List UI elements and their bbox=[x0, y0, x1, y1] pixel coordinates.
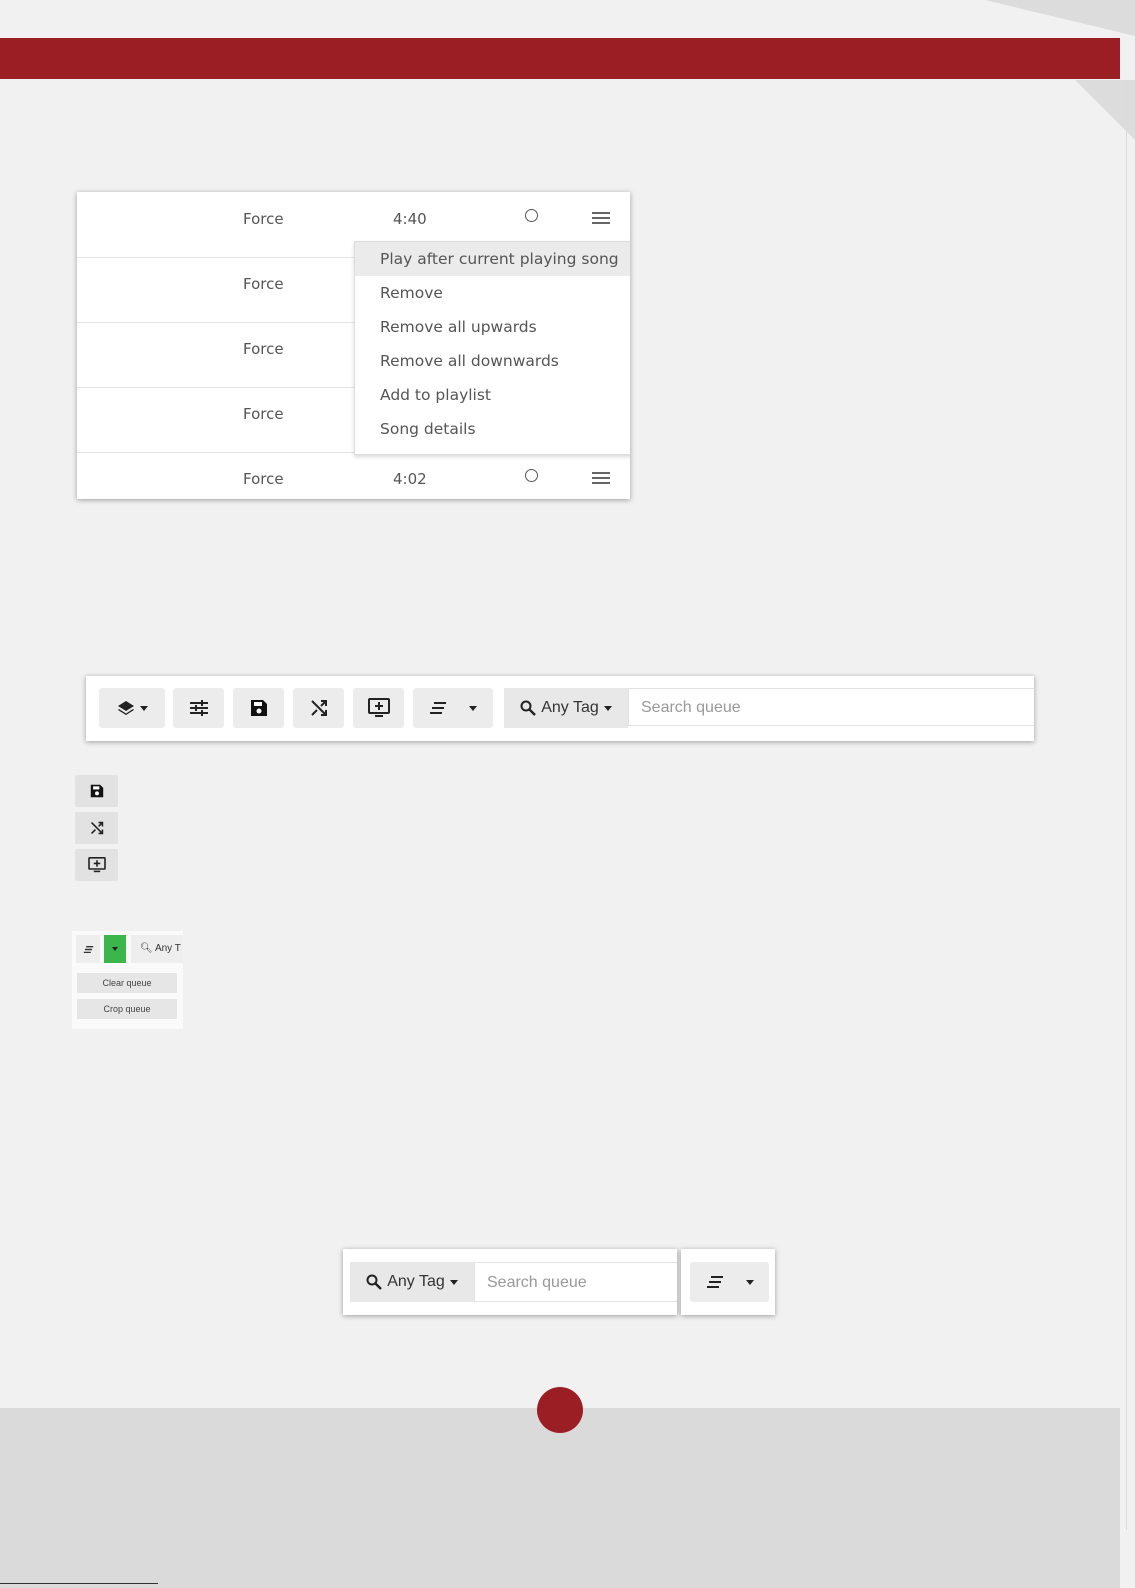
add-to-screen-icon bbox=[367, 698, 390, 717]
menu-item-remove-upwards[interactable]: Remove all upwards bbox=[355, 310, 630, 344]
menu-item-song-details[interactable]: Song details bbox=[355, 412, 630, 446]
caret-down-icon bbox=[112, 947, 118, 951]
search-input[interactable]: Search queue bbox=[628, 688, 1034, 726]
corner-decoration bbox=[985, 0, 1135, 36]
artist-cell: Force bbox=[243, 210, 284, 228]
caret-down-icon bbox=[745, 1279, 754, 1285]
sort-button[interactable] bbox=[690, 1262, 769, 1302]
search-tag-dropdown[interactable]: 🔍︎ Any T bbox=[131, 935, 183, 963]
circle-icon[interactable] bbox=[525, 209, 538, 222]
sort-icon bbox=[83, 945, 93, 953]
menu-item-play-after[interactable]: Play after current playing song bbox=[355, 242, 630, 276]
search-tag-label: Any T bbox=[154, 943, 181, 954]
hamburger-menu-icon[interactable] bbox=[592, 472, 610, 487]
header-band bbox=[0, 38, 1120, 79]
search-icon: 🔍︎ bbox=[140, 943, 153, 954]
layers-icon bbox=[117, 701, 134, 715]
caret-down-icon bbox=[139, 705, 148, 711]
menu-item-remove-downwards[interactable]: Remove all downwards bbox=[355, 344, 630, 378]
hamburger-menu-icon[interactable] bbox=[592, 212, 610, 227]
layers-button[interactable] bbox=[99, 688, 165, 728]
search-input[interactable]: Search queue bbox=[474, 1262, 677, 1302]
menu-item-remove[interactable]: Remove bbox=[355, 276, 630, 310]
caret-down-icon bbox=[449, 1279, 458, 1285]
table-row[interactable]: Force 4:02 bbox=[77, 452, 630, 499]
add-to-screen-icon bbox=[87, 857, 106, 873]
search-tag-label: Any Tag bbox=[541, 699, 599, 716]
search-bar-screenshot: Any Tag Search queue bbox=[343, 1249, 677, 1315]
search-tag-dropdown[interactable]: Any Tag bbox=[350, 1262, 474, 1302]
caret-down-icon bbox=[603, 705, 612, 711]
queue-table-screenshot: Force 4:40 Force Force Force Force 4:02 … bbox=[77, 192, 630, 499]
sort-icon bbox=[706, 1276, 723, 1288]
sort-icon bbox=[430, 702, 446, 714]
caret-down-icon bbox=[469, 705, 477, 711]
save-icon bbox=[90, 784, 103, 798]
queue-dropdown-screenshot: 🔍︎ Any T Clear queue Crop queue bbox=[72, 931, 183, 1029]
search-icon bbox=[366, 1274, 383, 1290]
footer-rule bbox=[0, 1583, 158, 1584]
margin-line bbox=[1126, 80, 1127, 1530]
page-footer bbox=[0, 1408, 1120, 1588]
shuffle-icon bbox=[90, 821, 103, 835]
clear-queue-button[interactable]: Clear queue bbox=[77, 973, 177, 993]
sort-screenshot bbox=[681, 1249, 775, 1315]
settings-button[interactable] bbox=[173, 688, 224, 728]
save-button[interactable] bbox=[233, 688, 284, 728]
context-menu: Play after current playing song Remove R… bbox=[354, 241, 630, 455]
sliders-icon bbox=[189, 700, 208, 716]
duration-cell: 4:02 bbox=[393, 470, 427, 488]
queue-toolbar-screenshot: Any Tag Search queue bbox=[86, 676, 1034, 741]
add-stream-button[interactable] bbox=[353, 688, 404, 728]
duration-cell: 4:40 bbox=[393, 210, 427, 228]
save-icon bbox=[250, 700, 267, 716]
artist-cell: Force bbox=[243, 275, 284, 293]
dropdown-toggle-button[interactable] bbox=[104, 935, 126, 963]
artist-cell: Force bbox=[243, 340, 284, 358]
page-number-badge bbox=[537, 1387, 583, 1433]
search-tag-label: Any Tag bbox=[387, 1273, 445, 1290]
sort-button[interactable] bbox=[413, 688, 493, 728]
search-tag-dropdown[interactable]: Any Tag bbox=[504, 688, 628, 728]
search-icon bbox=[520, 700, 537, 716]
artist-cell: Force bbox=[243, 405, 284, 423]
add-stream-button-small[interactable] bbox=[75, 849, 118, 881]
shuffle-icon bbox=[310, 700, 327, 716]
sort-button[interactable] bbox=[76, 935, 100, 963]
shuffle-button-small[interactable] bbox=[75, 812, 118, 844]
artist-cell: Force bbox=[243, 470, 284, 488]
circle-icon[interactable] bbox=[525, 469, 538, 482]
crop-queue-button[interactable]: Crop queue bbox=[77, 999, 177, 1019]
shuffle-button[interactable] bbox=[293, 688, 344, 728]
menu-item-add-to-playlist[interactable]: Add to playlist bbox=[355, 378, 630, 412]
save-button-small[interactable] bbox=[75, 775, 118, 807]
